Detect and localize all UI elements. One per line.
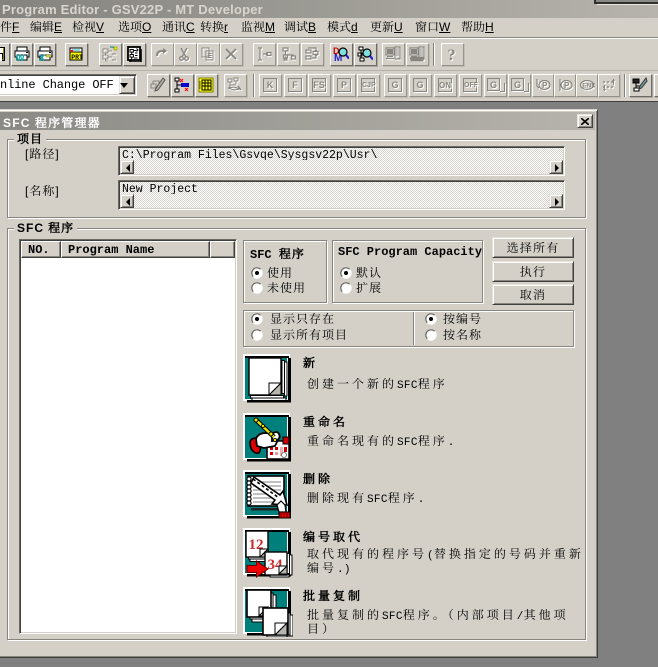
svg-text:W: W: [16, 53, 25, 62]
svg-text:X: X: [39, 53, 45, 62]
svg-text:?: ?: [448, 47, 456, 62]
svg-text:P: P: [564, 81, 570, 90]
svg-text:PRT: PRT: [71, 54, 83, 61]
svg-text:P: P: [542, 81, 548, 90]
svg-text:END: END: [582, 83, 595, 90]
